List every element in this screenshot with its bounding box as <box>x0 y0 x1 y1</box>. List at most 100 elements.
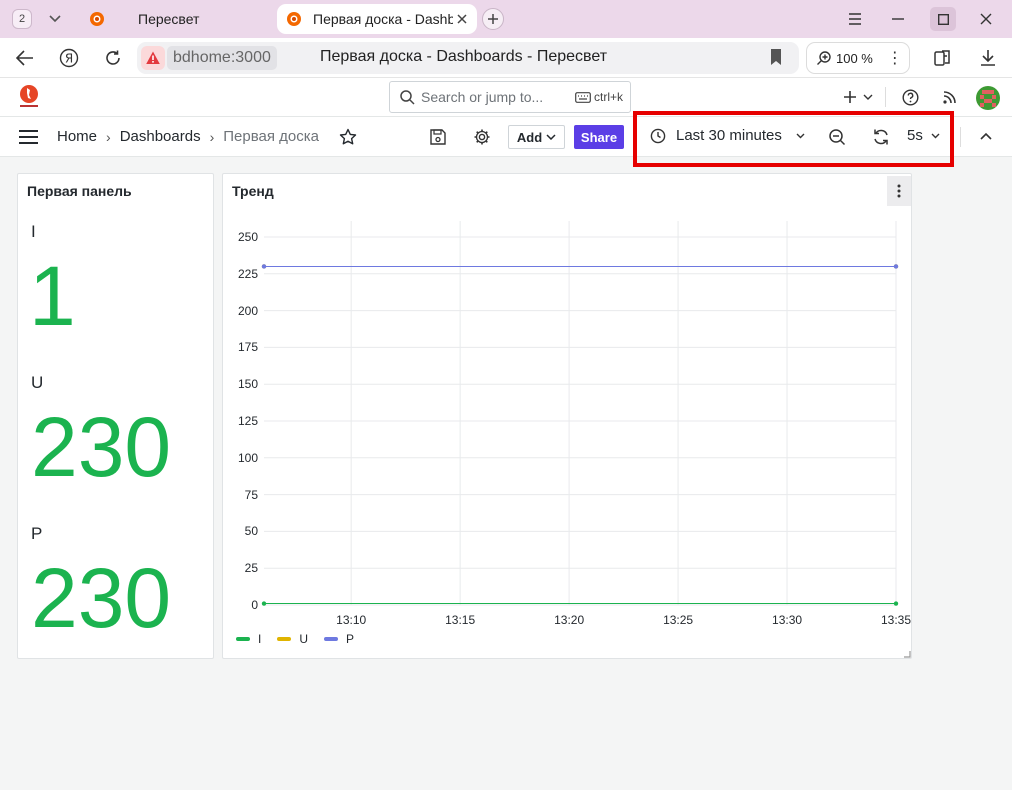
grafana-favicon-icon <box>90 12 104 26</box>
chevron-down-icon <box>931 133 940 138</box>
y-tick-label: 25 <box>244 561 258 576</box>
reload-button[interactable] <box>101 46 125 70</box>
settings-gear-icon[interactable] <box>473 128 491 146</box>
arrow-left-icon <box>16 50 33 66</box>
series-point-u <box>261 264 267 269</box>
menu-icon[interactable] <box>18 129 39 145</box>
y-tick-label: 250 <box>237 230 258 244</box>
chevron-up-icon[interactable] <box>977 128 995 146</box>
panel-menu-button[interactable] <box>887 176 911 206</box>
x-tick-label: 13:20 <box>554 613 585 627</box>
reload-icon <box>106 50 120 65</box>
y-tick-label: 175 <box>237 340 258 355</box>
x-tick-label: 13:25 <box>663 613 694 627</box>
close-icon <box>980 13 992 25</box>
stat-value-i: 1 <box>29 249 76 343</box>
stat-label-i: I <box>31 222 36 241</box>
warning-icon <box>146 51 160 64</box>
legend-item-u[interactable]: U <box>277 632 308 646</box>
browser-tab-peresvet[interactable]: Пересвет <box>80 4 270 34</box>
breadcrumb: Home › Dashboards › Первая доска <box>57 128 319 145</box>
new-button[interactable] <box>843 87 873 107</box>
search-shortcut-label: ctrl+k <box>593 90 623 104</box>
share-button[interactable]: Share <box>574 125 624 149</box>
stat-panel: Первая панель I 1 U 230 P 230 <box>17 173 214 659</box>
avatar[interactable] <box>976 86 1000 110</box>
legend-item-i[interactable]: I <box>236 632 261 646</box>
extensions-button[interactable] <box>931 46 955 70</box>
y-tick-label: 100 <box>237 450 258 465</box>
chart-legend: IUP <box>236 632 360 646</box>
refresh-icon[interactable] <box>872 128 890 146</box>
keyboard-icon <box>575 91 591 103</box>
grafana-favicon-icon <box>287 12 301 26</box>
legend-swatch <box>236 637 250 641</box>
breadcrumb-dashboards[interactable]: Dashboards <box>120 128 201 145</box>
y-tick-label: 150 <box>237 377 258 392</box>
downloads-button[interactable] <box>976 46 1000 70</box>
new-tab-button[interactable] <box>482 8 504 30</box>
legend-label: U <box>299 632 309 646</box>
x-tick-label: 13:30 <box>772 613 803 627</box>
refresh-interval-picker[interactable]: 5s <box>907 127 940 144</box>
chevron-down-icon <box>49 15 61 23</box>
x-tick-label: 13:10 <box>336 613 367 627</box>
help-icon <box>902 88 919 106</box>
hamburger-icon <box>849 13 861 25</box>
time-range-label: Last 30 minutes <box>676 127 782 144</box>
more-vertical-icon[interactable]: ⋮ <box>887 48 903 68</box>
search-shortcut: ctrl+k <box>575 90 623 104</box>
legend-item-p[interactable]: P <box>324 632 354 646</box>
x-tick-label: 13:35 <box>881 613 912 627</box>
browser-tab-dashboard[interactable]: Первая доска - Dashboards - Пересвет <box>277 4 477 34</box>
zoom-out-icon[interactable] <box>828 128 846 146</box>
url-page-title: Первая доска - Dashboards - Пересвет <box>320 48 608 65</box>
yandex-button[interactable]: Я <box>57 46 81 70</box>
divider <box>885 87 886 107</box>
browser-tab-strip: 2 Пересвет Первая доска - Dashboards - П… <box>0 0 1012 38</box>
tab-title: Пересвет <box>138 11 200 27</box>
minimize-button[interactable] <box>885 7 911 31</box>
chevron-right-icon: › <box>209 128 215 145</box>
chevron-down-icon <box>863 94 873 100</box>
download-icon <box>981 50 995 66</box>
tab-list-button[interactable] <box>42 7 68 31</box>
maximize-button[interactable] <box>930 7 956 31</box>
bookmark-icon[interactable] <box>769 48 783 66</box>
collections-icon <box>934 50 950 66</box>
address-bar[interactable]: bdhome:3000 Первая доска - Dashboards - … <box>137 42 799 74</box>
stat-value-u: 230 <box>31 400 172 494</box>
series-point-p <box>893 264 899 269</box>
browser-menu-button[interactable] <box>842 7 868 31</box>
trend-chart <box>261 221 899 606</box>
back-button[interactable] <box>13 46 37 70</box>
save-icon[interactable] <box>429 128 447 146</box>
star-icon[interactable] <box>339 128 357 146</box>
app-logo-icon[interactable] <box>17 84 41 110</box>
minimize-icon <box>892 18 904 20</box>
y-tick-label: 225 <box>237 266 258 281</box>
dashboard-toolbar: Home › Dashboards › Первая доска Add Sha… <box>0 117 1012 157</box>
legend-swatch <box>324 637 339 641</box>
search-box[interactable]: Search or jump to... ctrl+k <box>389 81 631 113</box>
svg-text:Я: Я <box>65 52 73 66</box>
news-button[interactable] <box>942 87 957 107</box>
close-window-button[interactable] <box>973 7 999 31</box>
add-button[interactable]: Add <box>508 125 565 149</box>
legend-label: P <box>346 632 355 646</box>
series-point-u <box>893 264 899 269</box>
resize-handle-icon[interactable] <box>903 650 911 658</box>
close-icon[interactable] <box>455 12 469 26</box>
help-button[interactable] <box>902 87 919 107</box>
insecure-warning-button[interactable] <box>141 46 165 70</box>
tab-count-badge[interactable]: 2 <box>12 9 32 29</box>
rss-icon <box>943 90 956 104</box>
time-picker[interactable]: Last 30 minutes <box>650 127 805 144</box>
chevron-down-icon <box>796 133 805 138</box>
x-tick-label: 13:15 <box>445 613 476 627</box>
zoom-control[interactable]: 100 % ⋮ <box>806 42 910 74</box>
breadcrumb-home[interactable]: Home <box>57 128 97 145</box>
panel-title: Тренд <box>232 183 274 199</box>
series-point-i <box>893 601 899 606</box>
stat-label-u: U <box>31 373 44 392</box>
